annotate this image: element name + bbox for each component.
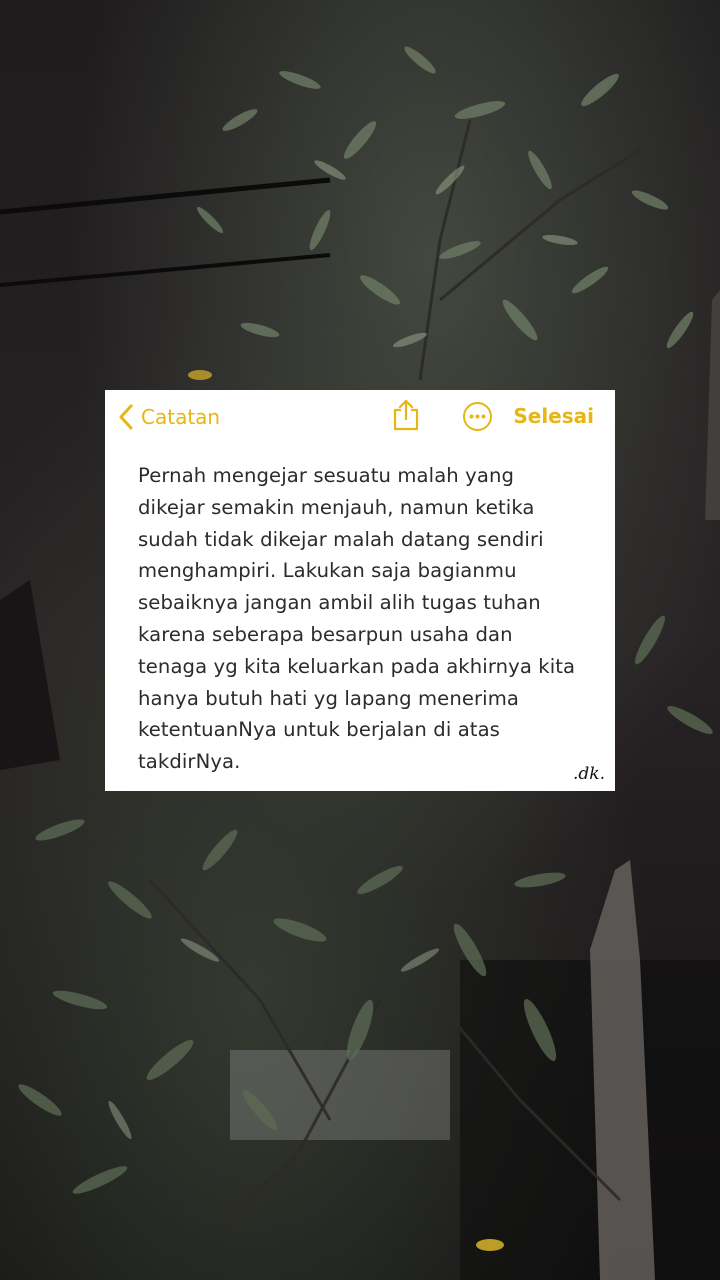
back-button[interactable]: Catatan [115,402,220,432]
note-line: Pernah mengejar sesuatu malah yang [138,464,515,487]
note-line: sebaiknya jangan ambil alih tugas tuhan [138,591,541,615]
back-label: Catatan [141,405,221,429]
share-icon[interactable] [391,398,421,432]
done-button[interactable]: Selesai [513,404,594,428]
note-line: karena seberapa besarpun usaha dan [138,622,513,646]
note-card: Catatan Selesai Pernah mengejar sesuatu … [105,390,615,791]
note-line: sudah tidak dikejar malah datang sendiri [138,527,544,551]
chevron-left-icon [119,404,133,430]
note-line: takdirNya. [138,750,241,774]
note-line: ketentuanNya untuk berjalan di atas [138,718,500,742]
signature: .dk. [573,764,605,784]
note-line: hanya butuh hati yg lapang menerima [138,686,520,710]
ellipsis-circle-icon[interactable] [462,401,493,432]
note-line: menghampiri. Lakukan saja bagianmu [138,559,517,583]
note-line: dikejar semakin menjauh, namun ketika [138,495,535,519]
note-line: tenaga yg kita keluarkan pada akhirnya k… [138,654,576,678]
note-text[interactable]: Pernah mengejar sesuatu malah yang dikej… [138,460,598,778]
note-toolbar: Catatan Selesai [105,390,615,442]
